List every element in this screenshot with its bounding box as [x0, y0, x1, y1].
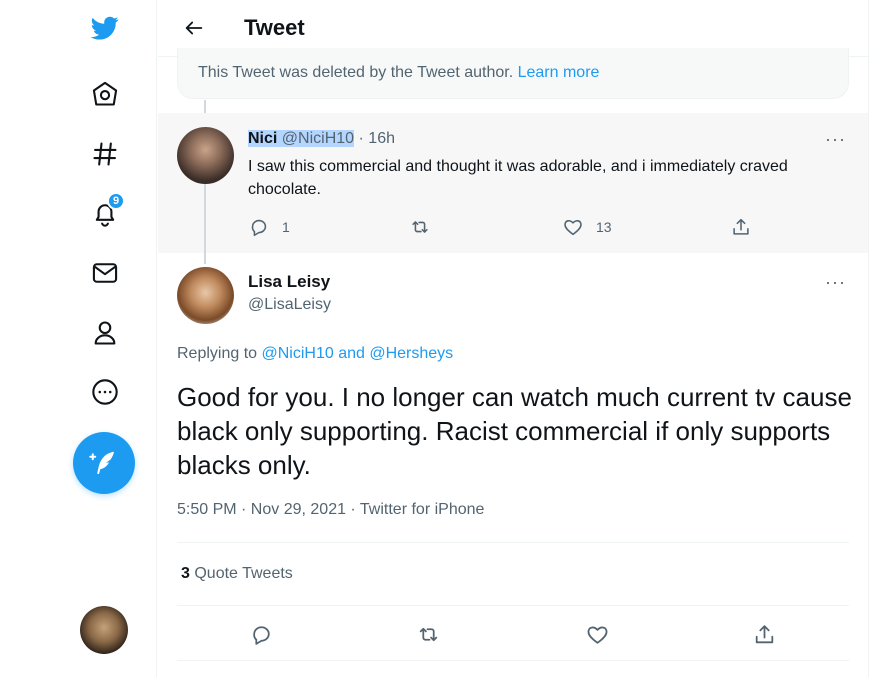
page-title: Tweet — [244, 15, 305, 40]
avatar[interactable] — [177, 267, 234, 324]
messages-mail-icon[interactable] — [87, 255, 123, 291]
compose-feather-icon — [89, 451, 114, 474]
share-button[interactable] — [730, 216, 752, 238]
quote-tweets-link[interactable]: 3 Quote Tweets — [181, 565, 293, 583]
divider — [177, 605, 849, 606]
author-handle[interactable]: @LisaLeisy — [248, 296, 331, 314]
account-avatar[interactable] — [80, 606, 128, 654]
heart-icon — [564, 220, 582, 236]
like-count: 13 — [596, 219, 612, 235]
thread-line — [204, 100, 206, 114]
notifications-bell-icon[interactable]: 9 — [87, 192, 125, 232]
replying-prefix: Replying to — [177, 345, 258, 362]
reply-bubble-icon — [253, 626, 270, 645]
divider — [177, 542, 849, 543]
heart-icon — [587, 626, 608, 644]
deleted-notice-text: This Tweet was deleted by the Tweet auth… — [198, 64, 514, 81]
author-name[interactable]: Lisa Leisy — [248, 272, 330, 292]
parent-tweet-header: Nici @NiciH10 · 16h — [248, 130, 395, 148]
share-icon — [755, 625, 774, 644]
back-button[interactable] — [174, 8, 214, 48]
like-button[interactable] — [585, 622, 610, 647]
share-button[interactable] — [752, 622, 777, 647]
reply-bubble-icon — [251, 219, 267, 237]
avatar[interactable] — [177, 127, 234, 184]
back-arrow-icon — [185, 21, 203, 35]
divider — [177, 660, 849, 661]
learn-more-link[interactable]: Learn more — [518, 64, 600, 81]
retweet-button[interactable] — [409, 216, 431, 238]
more-dots-icon[interactable] — [87, 374, 123, 410]
column-border — [868, 0, 869, 677]
parent-tweet[interactable]: Nici @NiciH10 · 16h ··· I saw this comme… — [158, 113, 868, 264]
reply-button[interactable] — [249, 622, 274, 647]
tweet-time[interactable]: · 16h — [359, 130, 395, 147]
explore-hashtag-icon[interactable] — [87, 136, 123, 172]
thread-connector — [204, 184, 206, 264]
tweet-meta[interactable]: 5:50 PM · Nov 29, 2021 · Twitter for iPh… — [177, 501, 484, 519]
quote-label: Quote Tweets — [194, 565, 293, 582]
home-icon[interactable] — [87, 76, 123, 112]
retweet-icon — [419, 627, 438, 642]
reply-count: 1 — [282, 219, 290, 235]
author-name[interactable]: Nici — [248, 130, 277, 147]
notifications-badge: 9 — [107, 192, 125, 210]
deleted-tweet-notice: This Tweet was deleted by the Tweet auth… — [177, 48, 849, 99]
profile-person-icon[interactable] — [87, 315, 123, 351]
share-icon — [733, 218, 749, 235]
tweet-text: Good for you. I no longer can watch much… — [177, 382, 852, 480]
author-handle[interactable]: @NiciH10 — [282, 130, 354, 147]
reply-button[interactable]: 1 — [248, 216, 290, 238]
twitter-logo-icon[interactable] — [87, 10, 123, 46]
more-options-button[interactable]: ··· — [825, 272, 846, 293]
like-button[interactable]: 13 — [562, 216, 612, 238]
quote-count: 3 — [181, 565, 190, 582]
retweet-button[interactable] — [416, 622, 441, 647]
main-column: Tweet This Tweet was deleted by the Twee… — [158, 0, 868, 677]
retweet-icon — [412, 221, 428, 233]
sidebar: 9 — [0, 0, 157, 677]
compose-tweet-button[interactable] — [73, 432, 135, 494]
tweet-text: I saw this commercial and thought it was… — [248, 158, 788, 198]
more-options-button[interactable]: ··· — [825, 129, 846, 150]
replying-mentions[interactable]: @NiciH10 and @Hersheys — [262, 345, 454, 362]
replying-to: Replying to @NiciH10 and @Hersheys — [177, 345, 453, 363]
